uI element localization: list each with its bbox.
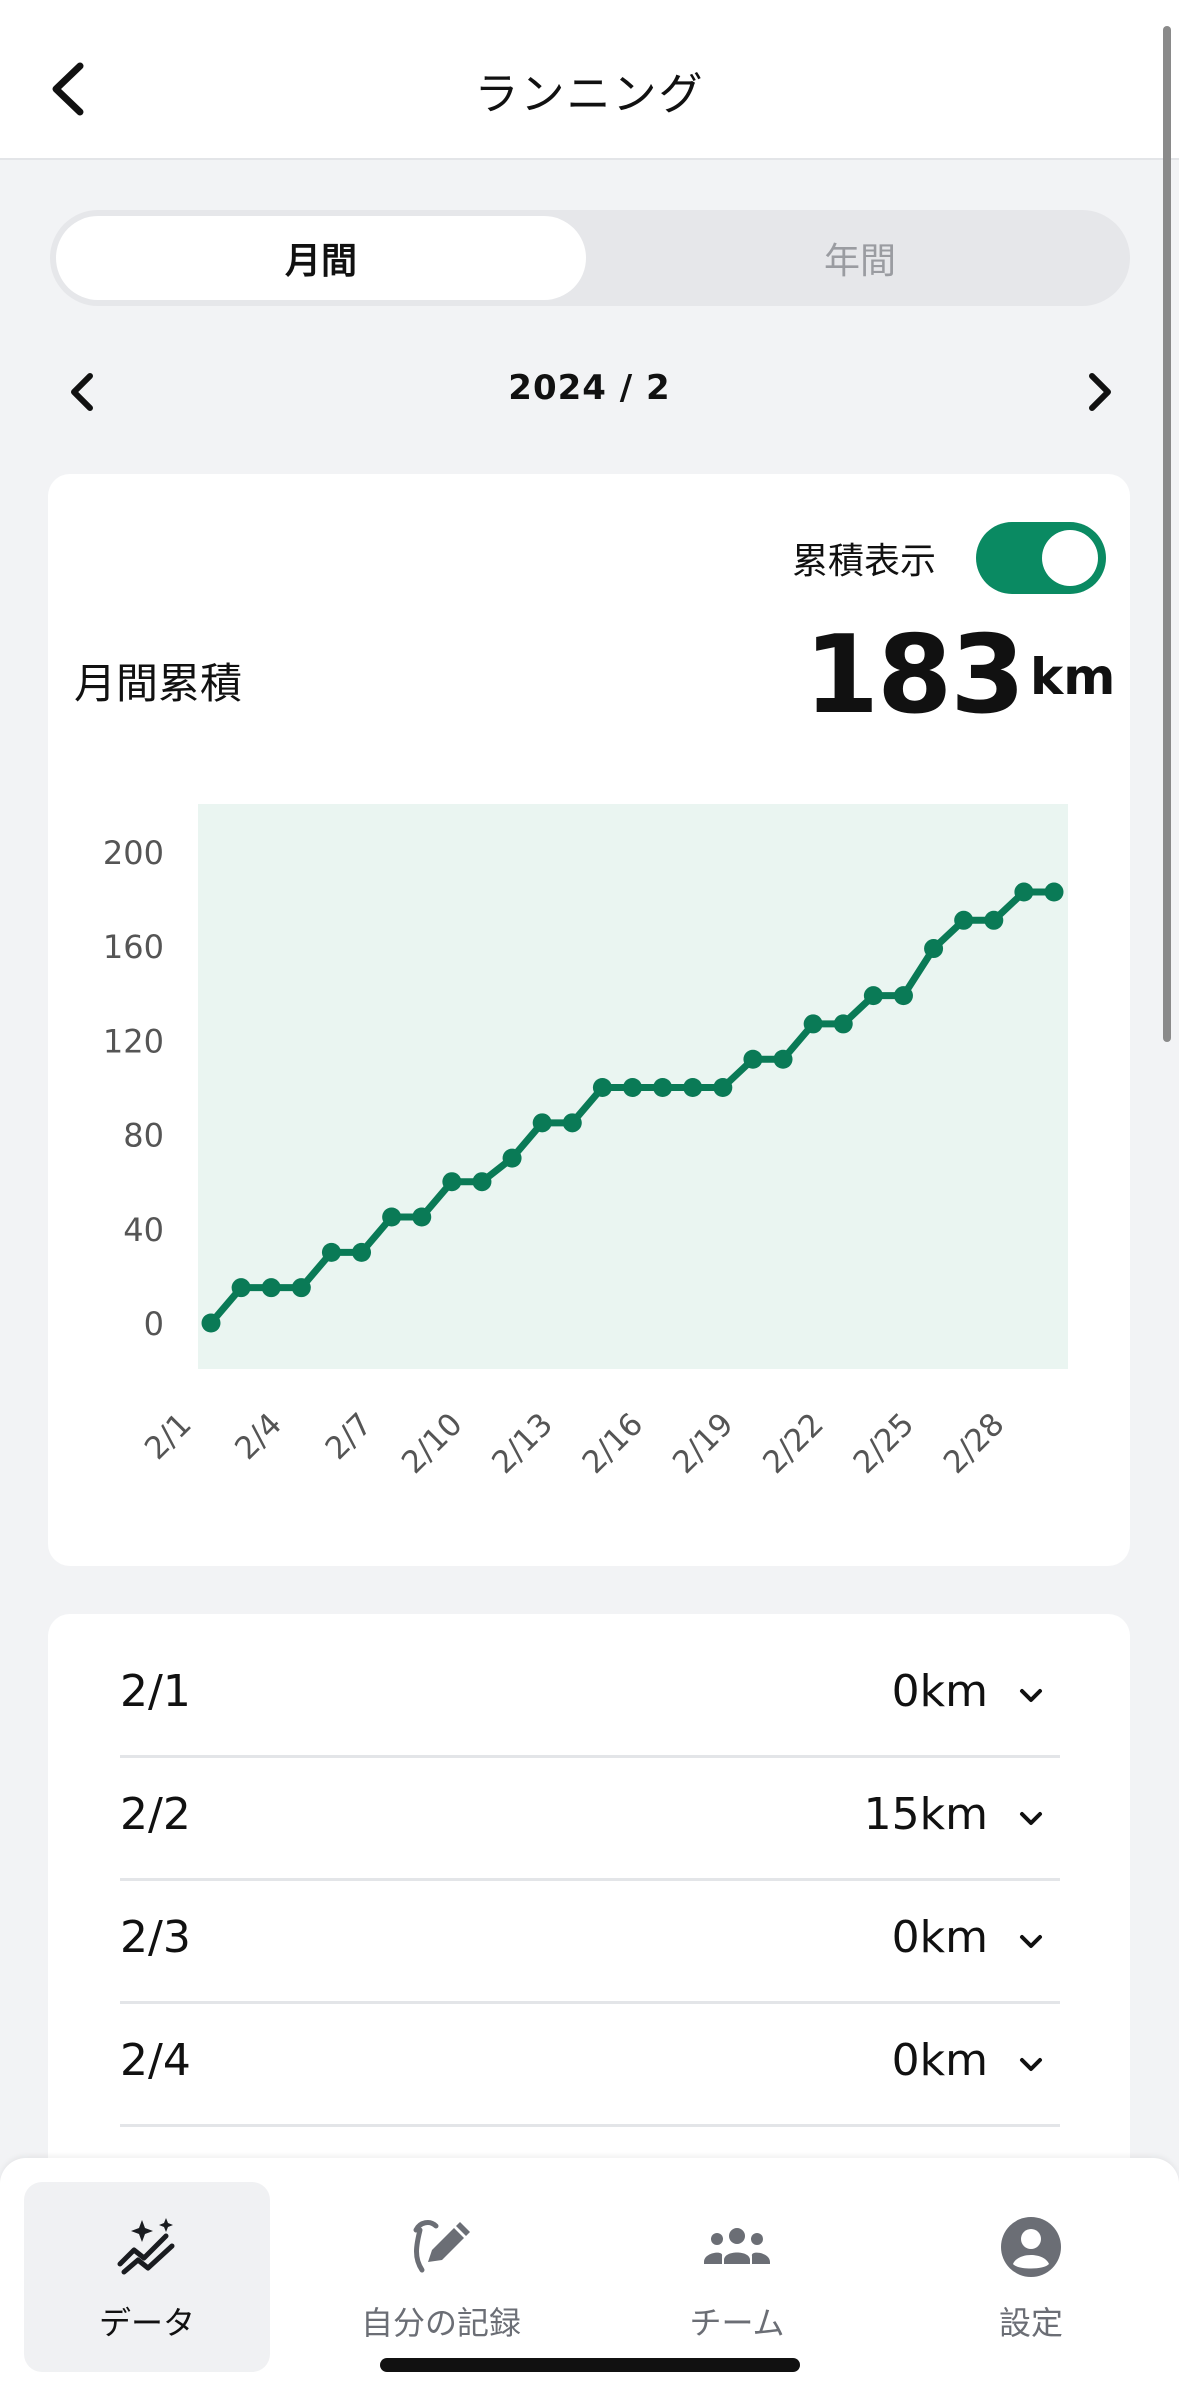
data-point	[984, 910, 1004, 930]
chevron-down-icon[interactable]	[1016, 1684, 1046, 1708]
y-tick-label: 160	[103, 928, 164, 966]
data-point	[291, 1278, 311, 1298]
data-point	[924, 939, 944, 959]
y-tick-label: 80	[123, 1117, 164, 1155]
data-point	[1044, 882, 1064, 902]
x-tick-label: 2/4	[228, 1406, 289, 1467]
data-point	[653, 1078, 673, 1097]
data-point	[743, 1049, 763, 1069]
y-tick-label: 40	[123, 1211, 164, 1249]
data-point	[201, 1313, 221, 1333]
data-point	[713, 1078, 733, 1097]
x-tick-label: 2/7	[319, 1406, 380, 1467]
tab-data[interactable]: データ	[24, 2182, 270, 2372]
row-distance: 0km	[891, 1912, 988, 1963]
x-tick-label: 2/13	[485, 1406, 560, 1481]
team-icon	[704, 2228, 770, 2264]
x-tick-label: 2/22	[756, 1406, 831, 1481]
row-date: 2/1	[120, 1666, 191, 1717]
row-distance: 0km	[891, 2035, 988, 2086]
edit-record-icon	[413, 2220, 470, 2273]
chevron-down-icon[interactable]	[1016, 1930, 1046, 1954]
data-point	[833, 1014, 853, 1034]
month-navigation: 2024 / 2	[0, 360, 1179, 420]
tab-settings-label: 設定	[998, 2304, 1063, 2342]
data-point	[683, 1078, 703, 1097]
list-item[interactable]: 2/4 0km	[120, 2005, 1060, 2127]
data-point	[412, 1207, 432, 1227]
page-title: ランニング	[474, 69, 705, 120]
row-date: 2/3	[120, 1912, 191, 1963]
scrollbar[interactable]	[1163, 26, 1171, 1042]
account-circle-icon	[1001, 2217, 1061, 2277]
data-point	[893, 986, 913, 1006]
chevron-down-icon[interactable]	[1016, 2053, 1046, 2077]
x-tick-label: 2/28	[937, 1406, 1012, 1481]
period-segmented-control: 月間 年間	[50, 210, 1130, 306]
tab-my-records[interactable]: 自分の記録	[318, 2182, 564, 2372]
data-point	[472, 1172, 492, 1192]
data-point	[442, 1172, 462, 1192]
x-tick-label: 2/25	[847, 1406, 922, 1481]
list-item[interactable]: 2/2 15km	[120, 1759, 1060, 1881]
y-tick-label: 0	[144, 1305, 164, 1343]
sparkle-chart-icon	[117, 2218, 175, 2275]
segment-yearly[interactable]: 年間	[590, 210, 1130, 306]
y-tick-label: 120	[103, 1022, 164, 1060]
row-distance: 15km	[863, 1789, 988, 1840]
x-tick-label: 2/19	[666, 1406, 741, 1481]
cumulative-line-chart: 040801201602002/1 2/4 2/7 2/10 2/13 2/16 2/19 2…	[103, 804, 1068, 1481]
cumulative-chart-card: 累積表示 月間累積 183 km 0 40 80 120 160 200 2/1 2/4 2/7…	[48, 474, 1130, 1566]
data-point	[261, 1278, 281, 1298]
data-point	[1014, 882, 1034, 902]
app-header: ランニング	[0, 0, 1179, 160]
data-point	[803, 1014, 823, 1034]
data-point	[231, 1278, 251, 1298]
current-month-label: 2024 / 2	[508, 368, 671, 408]
chevron-down-icon[interactable]	[1016, 1807, 1046, 1831]
home-indicator	[380, 2358, 800, 2372]
tab-my-records-label: 自分の記録	[360, 2304, 521, 2342]
x-tick-label: 2/10	[395, 1406, 470, 1481]
y-tick-label: 200	[103, 834, 164, 872]
chevron-right-icon[interactable]	[1080, 370, 1120, 414]
x-tick-label: 2/1	[138, 1406, 199, 1467]
tab-settings[interactable]: 設定	[908, 2182, 1154, 2372]
data-point	[502, 1148, 522, 1168]
data-point	[382, 1207, 402, 1227]
row-date: 2/4	[120, 2035, 191, 2086]
data-point	[592, 1078, 612, 1097]
list-item[interactable]: 2/3 0km	[120, 1882, 1060, 2004]
segment-monthly[interactable]: 月間	[56, 216, 586, 300]
data-point	[954, 910, 974, 930]
list-item[interactable]: 2/1 0km	[120, 1636, 1060, 1758]
data-point	[562, 1113, 582, 1133]
tab-team-label: チーム	[689, 2304, 785, 2342]
data-point	[321, 1242, 341, 1262]
row-date: 2/2	[120, 1789, 191, 1840]
data-point	[773, 1049, 793, 1069]
data-point	[352, 1242, 372, 1262]
tab-team[interactable]: チーム	[614, 2182, 860, 2372]
tab-data-label: データ	[98, 2304, 195, 2342]
data-point	[863, 986, 883, 1006]
row-distance: 0km	[891, 1666, 988, 1717]
data-point	[532, 1113, 552, 1133]
data-point	[623, 1078, 642, 1097]
x-tick-label: 2/16	[576, 1406, 651, 1481]
